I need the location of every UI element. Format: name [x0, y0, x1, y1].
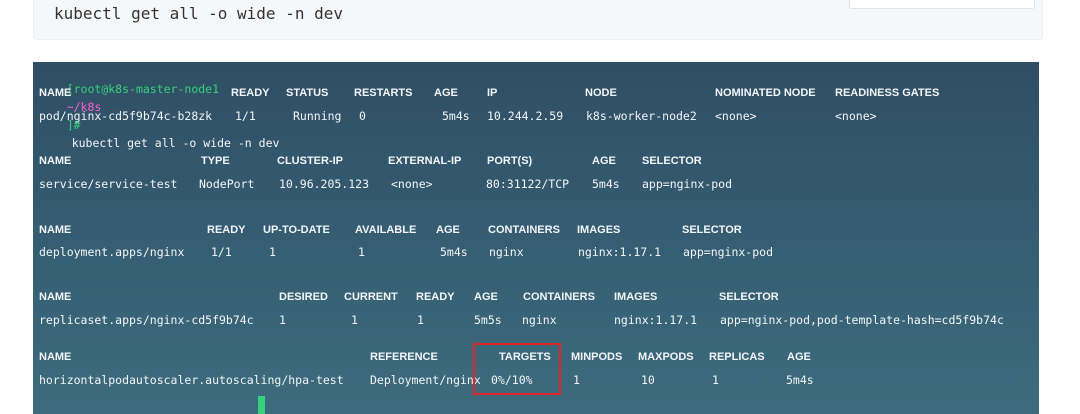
col-header: REPLICAS — [709, 351, 765, 363]
col-header: READY — [231, 87, 270, 99]
cell: nginx — [522, 313, 557, 327]
col-header: READY — [416, 291, 455, 303]
col-header: AGE — [787, 351, 811, 363]
cell: nginx:1.17.1 — [614, 313, 698, 327]
cell: Deployment/nginx — [370, 373, 481, 387]
table-row: pod/nginx-cd5f9b74c-b28zk 1/1 Running 0 … — [39, 107, 1029, 125]
cell: 1 — [573, 373, 580, 387]
code-command: kubectl get all -o wide -n dev — [54, 4, 343, 23]
prompt-line: [root@k8s-master-node1 ~/k8s ]# kubectl … — [39, 62, 280, 150]
pods-header: NAME READY STATUS RESTARTS AGE IP NODE N… — [39, 84, 1029, 102]
replicasets-header: NAME DESIRED CURRENT READY AGE CONTAINER… — [39, 288, 1029, 306]
table-row: deployment.apps/nginx 1/1 1 1 5m4s nginx… — [39, 243, 1029, 261]
cell: deployment.apps/nginx — [39, 245, 185, 259]
cell: 1 — [279, 313, 286, 327]
cell: 1 — [358, 245, 365, 259]
cell: app=nginx-pod — [642, 177, 733, 191]
col-header: EXTERNAL-IP — [388, 155, 462, 167]
copy-button[interactable] — [849, 0, 1035, 9]
cell: 5m4s — [442, 109, 470, 123]
col-header: STATUS — [286, 87, 329, 99]
cell: <none> — [715, 109, 757, 123]
col-header: CLUSTER-IP — [277, 155, 343, 167]
cell: 5m4s — [592, 177, 620, 191]
cell: 10 — [641, 373, 655, 387]
cell: NodePort — [199, 177, 255, 191]
col-header: IP — [487, 87, 498, 99]
col-header: RESTARTS — [354, 87, 413, 99]
cell: nginx:1.17.1 — [578, 245, 662, 259]
cell: 0%/10% — [491, 373, 533, 387]
col-header: TYPE — [201, 155, 230, 167]
col-header: NAME — [39, 224, 72, 236]
col-header: CONTAINERS — [488, 224, 560, 236]
col-header: CONTAINERS — [523, 291, 595, 303]
col-header: NAME — [39, 291, 72, 303]
col-header: NODE — [585, 87, 617, 99]
col-header: AGE — [436, 224, 460, 236]
col-header: AGE — [592, 155, 616, 167]
col-header: NOMINATED NODE — [715, 87, 816, 99]
cell: pod/nginx-cd5f9b74c-b28zk — [39, 109, 213, 123]
cell: k8s-worker-node2 — [586, 109, 697, 123]
cell: app=nginx-pod,pod-template-hash=cd5f9b74… — [720, 313, 1004, 327]
col-header: SELECTOR — [682, 224, 742, 236]
cell: horizontalpodautoscaler.autoscaling/hpa-… — [39, 373, 344, 387]
table-row: service/service-test NodePort 10.96.205.… — [39, 175, 1029, 193]
col-header: MINPODS — [571, 351, 623, 363]
services-header: NAME TYPE CLUSTER-IP EXTERNAL-IP PORT(S)… — [39, 152, 1029, 170]
cell: 1/1 — [235, 109, 256, 123]
table-row: horizontalpodautoscaler.autoscaling/hpa-… — [39, 371, 1029, 389]
col-header: IMAGES — [577, 224, 621, 236]
col-header: AGE — [434, 87, 458, 99]
cell: 80:31122/TCP — [486, 177, 570, 191]
col-header: READY — [207, 224, 246, 236]
cell: replicaset.apps/nginx-cd5f9b74c — [39, 313, 254, 327]
col-header: CURRENT — [344, 291, 398, 303]
cell: <none> — [391, 177, 433, 191]
col-header: NAME — [39, 155, 72, 167]
code-snippet-block: kubectl get all -o wide -n dev — [33, 0, 1043, 40]
cell: 5m5s — [474, 313, 502, 327]
cell: 1 — [269, 245, 276, 259]
col-header: READINESS GATES — [835, 87, 940, 99]
table-row: replicaset.apps/nginx-cd5f9b74c 1 1 1 5m… — [39, 311, 1039, 329]
col-header: AVAILABLE — [355, 224, 417, 236]
col-header: AGE — [474, 291, 498, 303]
cell: 1 — [417, 313, 424, 327]
cell: Running — [293, 109, 342, 123]
cell: 1 — [351, 313, 358, 327]
terminal-cursor — [258, 396, 265, 414]
col-header: SELECTOR — [719, 291, 779, 303]
col-header: NAME — [39, 351, 72, 363]
col-header: MAXPODS — [638, 351, 694, 363]
cell: 10.244.2.59 — [487, 109, 564, 123]
cell: 5m4s — [440, 245, 468, 259]
col-header: SELECTOR — [642, 155, 702, 167]
cell: nginx — [489, 245, 524, 259]
cell: 0 — [359, 109, 366, 123]
cell: 1/1 — [211, 245, 232, 259]
terminal-output: [root@k8s-master-node1 ~/k8s ]# kubectl … — [33, 62, 1039, 414]
cell: <none> — [835, 109, 877, 123]
col-header: UP-TO-DATE — [263, 224, 330, 236]
cell: app=nginx-pod — [683, 245, 774, 259]
cell: 1 — [712, 373, 719, 387]
prompt-command: kubectl get all -o wide -n dev — [71, 136, 280, 150]
deployments-header: NAME READY UP-TO-DATE AVAILABLE AGE CONT… — [39, 221, 1029, 239]
cell: service/service-test — [39, 177, 178, 191]
col-header: NAME — [39, 87, 72, 99]
cell: 5m4s — [786, 373, 814, 387]
cell: 10.96.205.123 — [279, 177, 370, 191]
col-header: PORT(S) — [487, 155, 533, 167]
col-header: IMAGES — [614, 291, 658, 303]
col-header: REFERENCE — [370, 351, 438, 363]
col-header: TARGETS — [499, 351, 551, 363]
col-header: DESIRED — [279, 291, 328, 303]
hpa-header: NAME REFERENCE TARGETS MINPODS MAXPODS R… — [39, 348, 1029, 366]
